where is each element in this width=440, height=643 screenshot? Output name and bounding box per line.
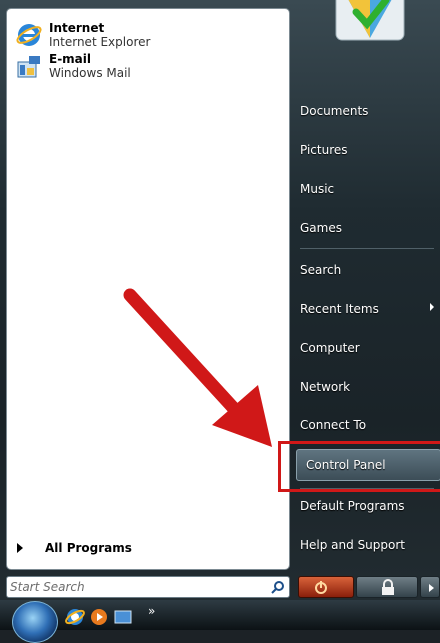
- annotation-highlight-box: [278, 441, 440, 492]
- arrow-right-icon: [429, 584, 434, 592]
- search-box: [6, 576, 290, 598]
- start-button[interactable]: [12, 601, 58, 643]
- annotation-arrow-icon: [123, 288, 272, 447]
- submenu-arrow-icon: [430, 303, 434, 311]
- menu-item-recent-items[interactable]: Recent Items: [300, 302, 379, 316]
- menu-item-connect-to[interactable]: Connect To: [300, 418, 366, 432]
- all-programs-button[interactable]: All Programs: [17, 541, 132, 555]
- pinned-subtitle: Internet Explorer: [49, 35, 151, 49]
- menu-item-search[interactable]: Search: [300, 263, 341, 277]
- internet-explorer-icon[interactable]: [64, 606, 86, 628]
- expand-arrow-icon: [17, 543, 23, 553]
- show-desktop-icon[interactable]: [112, 606, 134, 628]
- pinned-item-email[interactable]: E-mail Windows Mail: [15, 52, 131, 80]
- pinned-title: E-mail: [49, 52, 92, 66]
- all-programs-label: All Programs: [45, 541, 132, 555]
- taskbar-overflow-button[interactable]: »: [148, 604, 155, 618]
- menu-item-music[interactable]: Music: [300, 182, 334, 196]
- taskbar: »: [0, 600, 440, 630]
- menu-item-default-programs[interactable]: Default Programs: [300, 499, 405, 513]
- user-picture-icon[interactable]: [334, 0, 406, 42]
- shutdown-options-button[interactable]: [420, 576, 440, 598]
- menu-item-help-support[interactable]: Help and Support: [300, 538, 405, 552]
- lock-icon: [382, 579, 394, 595]
- separator: [300, 248, 434, 249]
- windows-mail-icon: [17, 56, 40, 78]
- lock-button[interactable]: [356, 576, 418, 598]
- start-search-input[interactable]: [10, 578, 260, 596]
- media-player-icon[interactable]: [88, 606, 110, 628]
- internet-explorer-icon: [16, 24, 42, 46]
- power-icon: [315, 581, 327, 594]
- menu-item-documents[interactable]: Documents: [300, 104, 368, 118]
- power-button[interactable]: [298, 576, 354, 598]
- pinned-subtitle: Windows Mail: [49, 66, 131, 80]
- search-icon[interactable]: [271, 580, 285, 594]
- pinned-title: Internet: [49, 21, 105, 35]
- menu-item-pictures[interactable]: Pictures: [300, 143, 348, 157]
- separator: [300, 488, 434, 489]
- menu-item-computer[interactable]: Computer: [300, 341, 360, 355]
- menu-item-network[interactable]: Network: [300, 380, 350, 394]
- pinned-item-internet[interactable]: Internet Internet Explorer: [15, 21, 150, 49]
- menu-item-games[interactable]: Games: [300, 221, 342, 235]
